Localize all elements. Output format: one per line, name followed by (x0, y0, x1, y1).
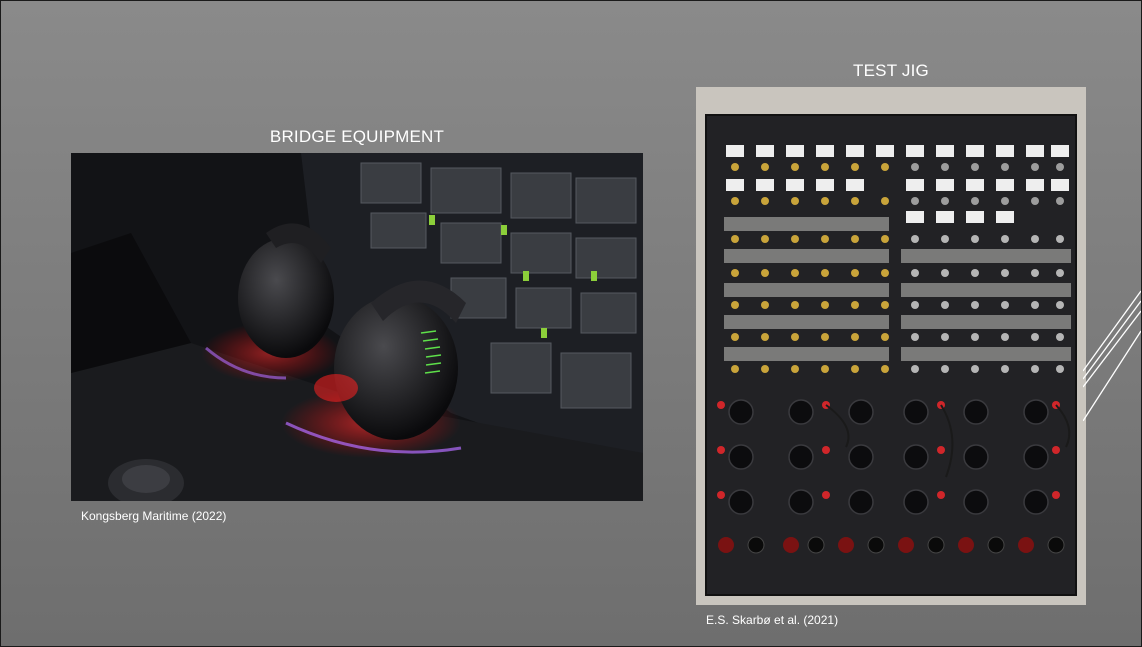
test-jig-photo (696, 87, 1086, 605)
slide: BRIDGE EQUIPMENT Kongsberg Maritime (202… (0, 0, 1142, 647)
bridge-console-image (71, 153, 643, 501)
test-jig-title: TEST JIG (853, 61, 929, 80)
decorative-lines (1083, 290, 1141, 421)
bridge-equipment-photo (71, 153, 643, 501)
bridge-equipment-title: BRIDGE EQUIPMENT (269, 127, 445, 146)
test-jig-image (696, 87, 1086, 605)
test-jig-caption: E.S. Skarbø et al. (2021) (706, 613, 839, 627)
bridge-equipment-caption: Kongsberg Maritime (2022) (81, 509, 227, 523)
